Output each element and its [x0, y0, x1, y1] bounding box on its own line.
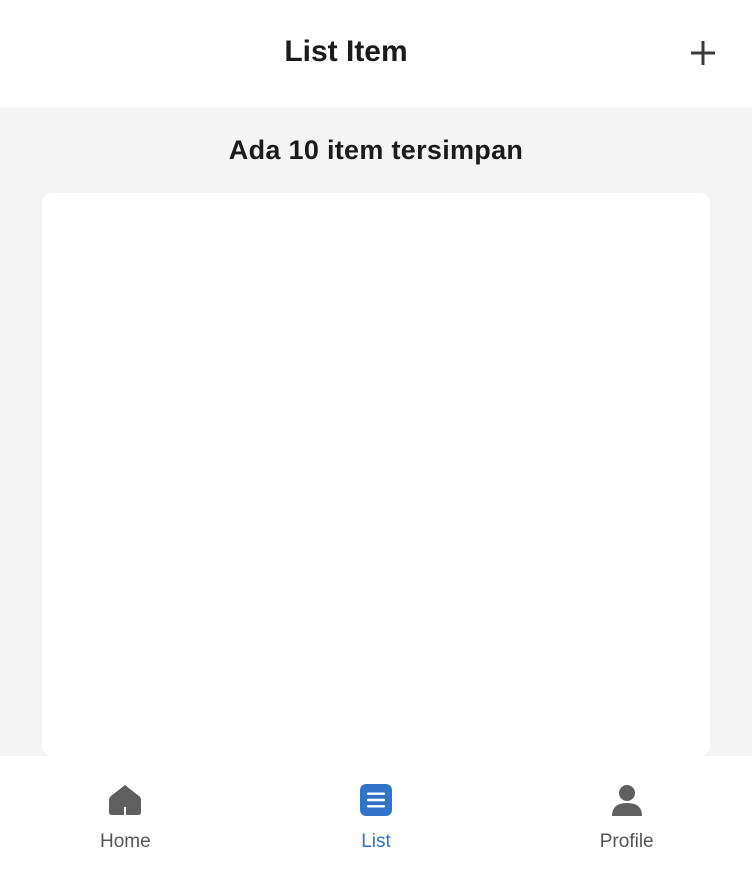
item-count-text: Ada 10 item tersimpan [228, 135, 524, 165]
tab-home[interactable]: Home [0, 756, 251, 876]
add-item-button[interactable] [688, 38, 718, 68]
item-list-card[interactable] [42, 193, 710, 756]
person-icon [610, 783, 644, 817]
list-icon [359, 783, 393, 817]
main-content: Ada 10 item tersimpan [0, 107, 752, 756]
tab-list-label: List [361, 831, 391, 852]
tab-profile-label: Profile [599, 831, 654, 852]
top-app-bar: List Item [0, 0, 752, 107]
tab-profile[interactable]: Profile [501, 756, 752, 876]
tab-list[interactable]: List [251, 756, 502, 876]
app-screen: List Item Ada 10 item tersimpan Home Lis… [0, 0, 752, 876]
tab-home-label: Home [99, 831, 151, 852]
home-icon [108, 783, 142, 817]
plus-icon [691, 41, 715, 65]
page-title: List Item [284, 35, 408, 68]
bottom-tab-bar: Home List Profile [0, 756, 752, 876]
